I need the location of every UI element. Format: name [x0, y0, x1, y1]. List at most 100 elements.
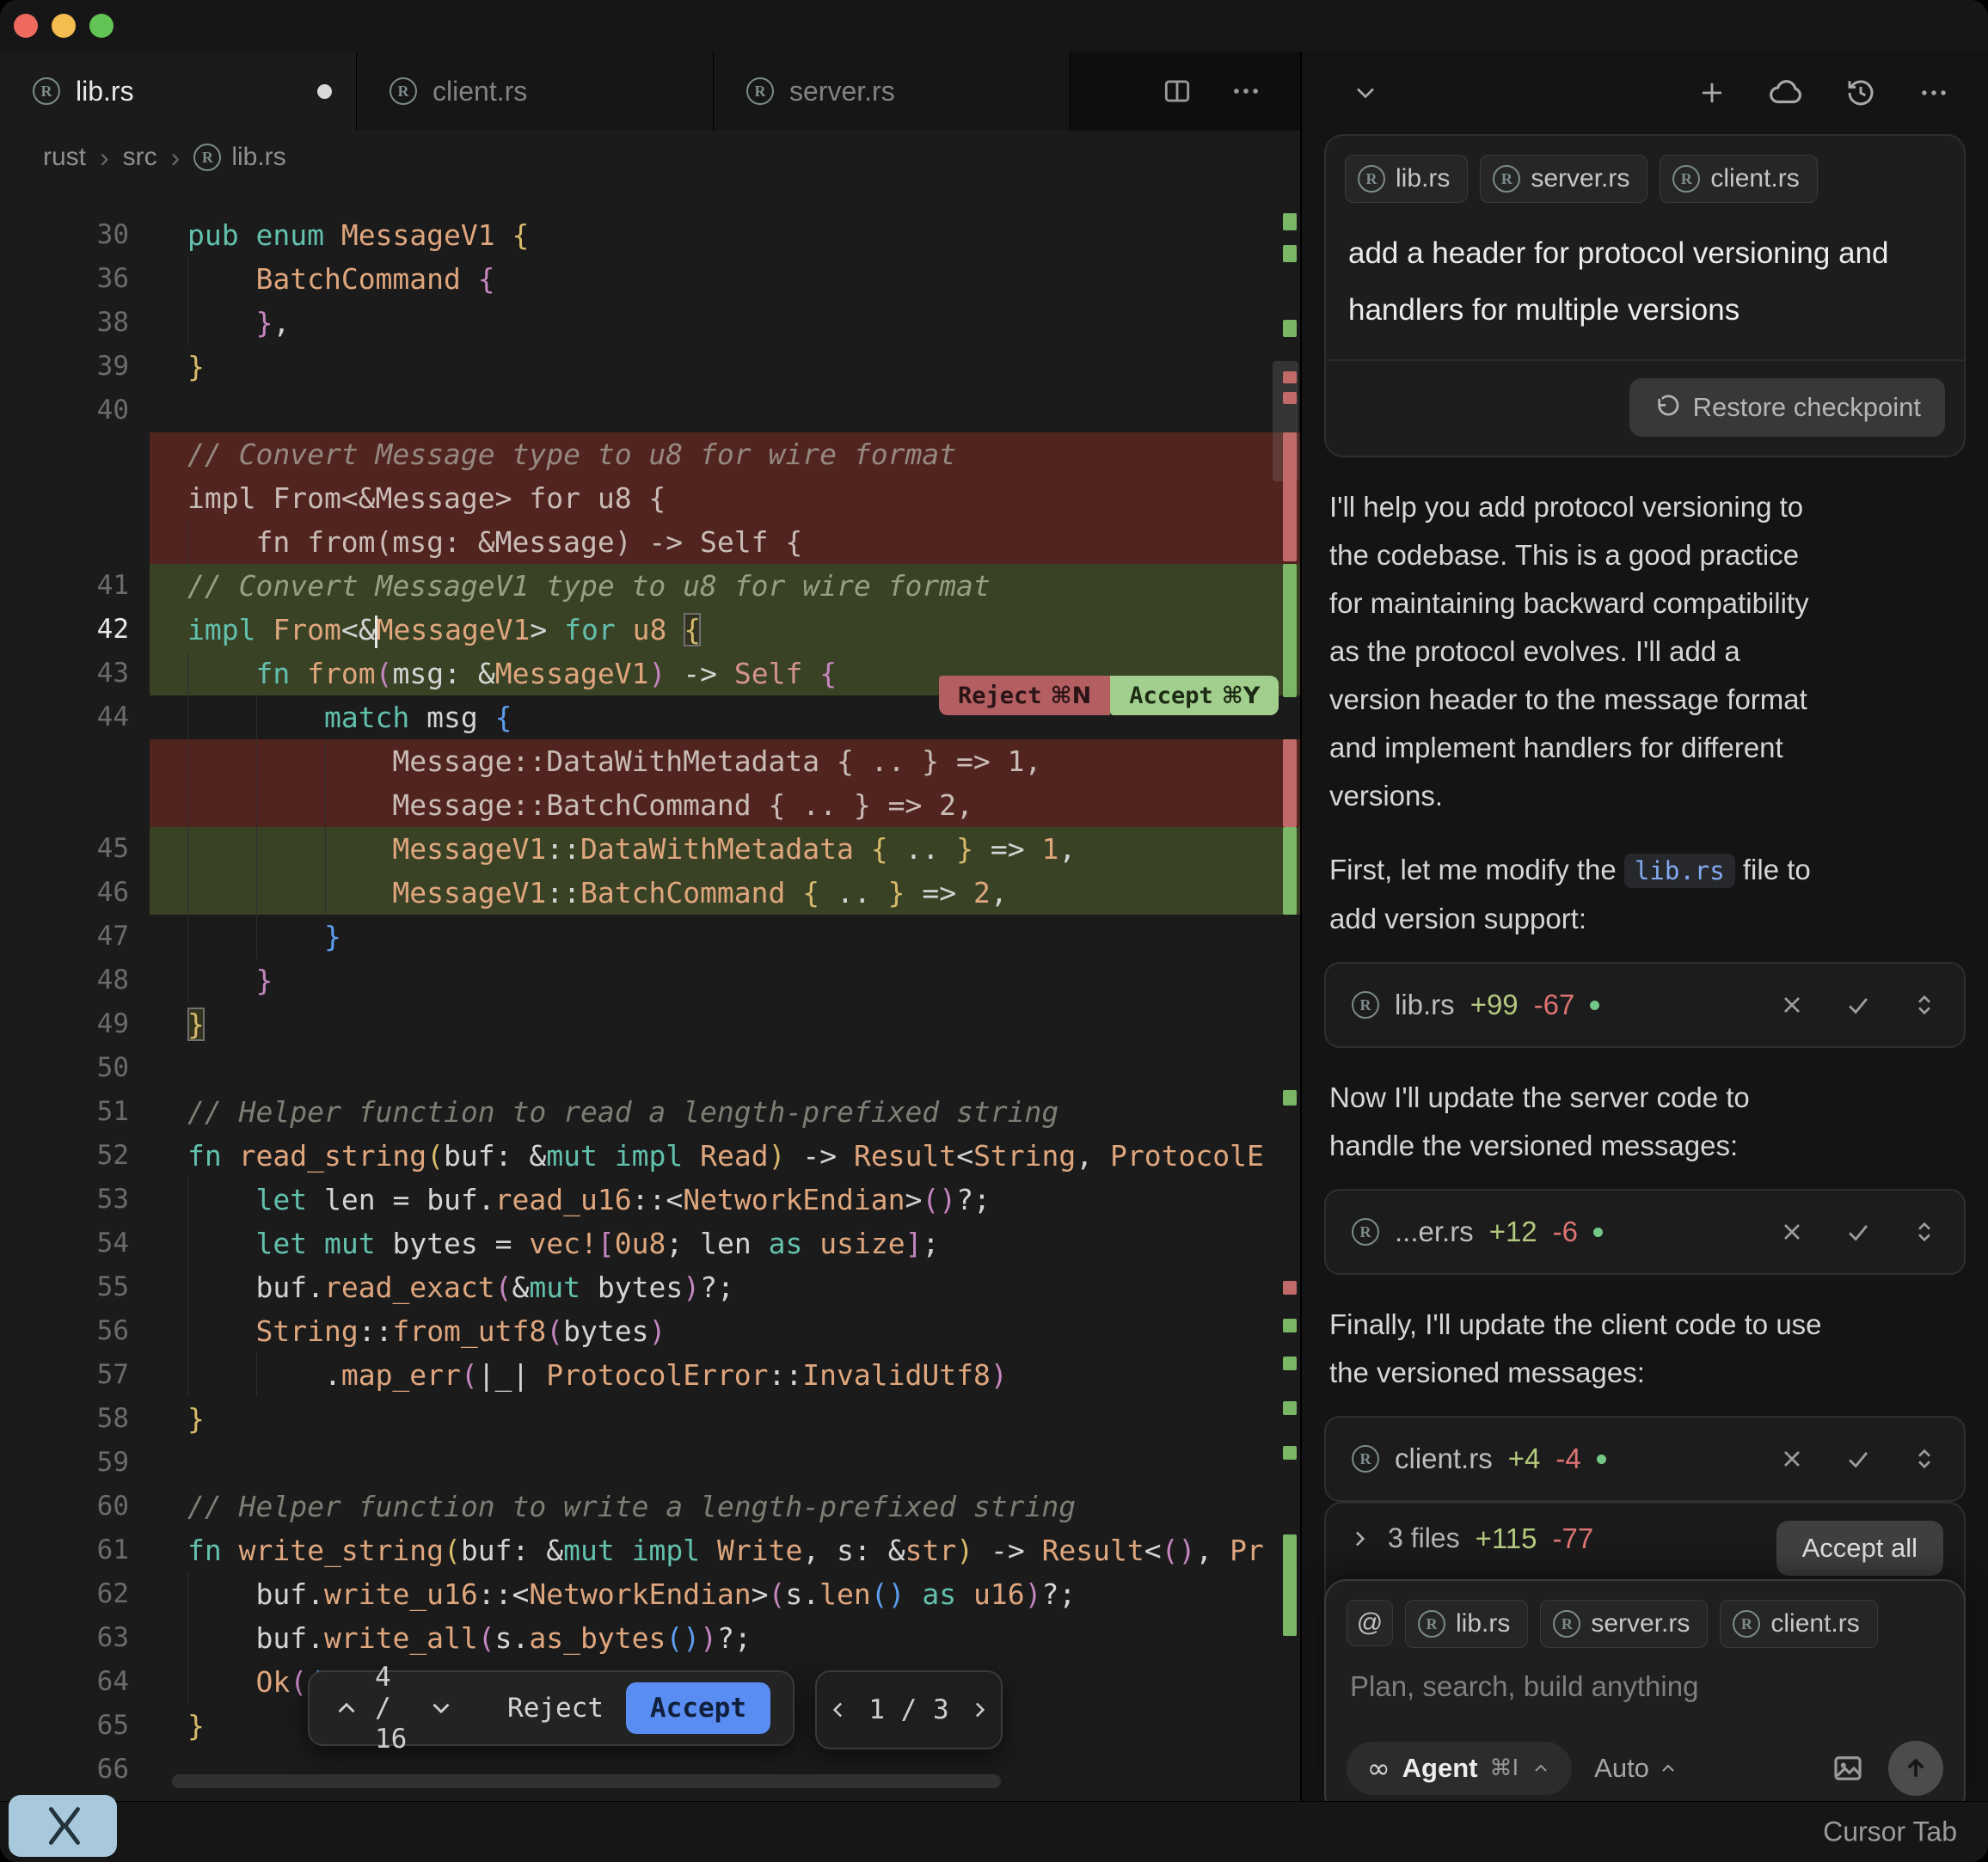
code-line[interactable]: 49} [0, 1002, 1300, 1046]
file-change-card-client.rs[interactable]: Rclient.rs+4-4 [1324, 1416, 1966, 1502]
breadcrumb-item-src[interactable]: src [123, 143, 157, 172]
diff-ruler-mark [1283, 827, 1297, 915]
tab-lib.rs[interactable]: Rlib.rs [0, 52, 357, 131]
more-icon[interactable] [1917, 77, 1950, 109]
code-line[interactable]: 42impl From<&MessageV1> for u8 { [0, 608, 1300, 652]
attach-image-icon[interactable] [1830, 1750, 1866, 1786]
code-line[interactable]: Message::DataWithMetadata { .. } => 1, [0, 739, 1300, 783]
close-window-button[interactable] [14, 14, 38, 38]
code-line[interactable]: fn from(msg: &Message) -> Self { [0, 520, 1300, 564]
chevron-right-icon[interactable] [1347, 1526, 1372, 1552]
expand-icon[interactable] [1911, 991, 1938, 1019]
code-line[interactable]: 41// Convert MessageV1 type to u8 for wi… [0, 564, 1300, 608]
code-line[interactable]: 63 buf.write_all(s.as_bytes())?; [0, 1616, 1300, 1660]
new-chat-icon[interactable] [1696, 77, 1728, 109]
restore-checkpoint-button[interactable]: Restore checkpoint [1629, 378, 1945, 437]
composer[interactable]: @ Rlib.rsRserver.rsRclient.rs Plan, searc… [1324, 1579, 1966, 1802]
reject-button[interactable]: Reject [507, 1693, 604, 1724]
accept-button[interactable]: Accept [626, 1682, 770, 1734]
code-line[interactable]: 61fn write_string(buf: &mut impl Write, … [0, 1528, 1300, 1572]
tab-client.rs[interactable]: Rclient.rs [357, 52, 714, 131]
close-icon[interactable] [1778, 1445, 1806, 1473]
assistant-paragraph: Now I'll update the server code tohandle… [1324, 1074, 1966, 1170]
chevron-left-icon[interactable] [825, 1697, 851, 1723]
cursor-tab-status[interactable]: Cursor Tab [1823, 1816, 1957, 1848]
inline-code-chip[interactable]: lib.rs [1624, 854, 1735, 888]
tab-server.rs[interactable]: Rserver.rs [714, 52, 1071, 131]
chevron-down-icon[interactable] [426, 1694, 456, 1723]
code-line[interactable]: // Convert Message type to u8 for wire f… [0, 432, 1300, 476]
minimize-window-button[interactable] [52, 14, 76, 38]
code-line[interactable]: 52fn read_string(buf: &mut impl Read) ->… [0, 1134, 1300, 1178]
additions: +12 [1489, 1216, 1537, 1248]
breadcrumb-item-rust[interactable]: rust [43, 143, 86, 172]
cloud-icon[interactable] [1768, 75, 1804, 111]
code-line[interactable]: 58} [0, 1397, 1300, 1441]
expand-icon[interactable] [1911, 1445, 1938, 1473]
inline-accept-button[interactable]: Accept⌘Y [1110, 676, 1279, 715]
code-line[interactable]: 60// Helper function to write a length-p… [0, 1485, 1300, 1528]
check-icon[interactable] [1844, 1444, 1873, 1473]
panel-toggle-button[interactable] [9, 1795, 117, 1857]
code-line[interactable]: 57 .map_err(|_| ProtocolError::InvalidUt… [0, 1353, 1300, 1397]
chevron-right-icon[interactable] [966, 1697, 992, 1723]
breadcrumb-separator: › [171, 142, 181, 174]
close-icon[interactable] [1778, 991, 1806, 1019]
horizontal-scrollbar[interactable] [172, 1774, 1001, 1788]
history-icon[interactable] [1844, 76, 1878, 110]
zoom-window-button[interactable] [89, 14, 114, 38]
composer-pill-lib.rs[interactable]: Rlib.rs [1405, 1600, 1528, 1648]
code-line[interactable]: Message::BatchCommand { .. } => 2, [0, 783, 1300, 827]
code-line[interactable]: impl From<&Message> for u8 { [0, 476, 1300, 520]
code-line[interactable]: 54 let mut bytes = vec![0u8; len as usiz… [0, 1222, 1300, 1265]
code-line[interactable]: 62 buf.write_u16::<NetworkEndian>(s.len(… [0, 1572, 1300, 1616]
code-line[interactable]: 59 [0, 1441, 1300, 1485]
model-selector[interactable]: Auto [1594, 1753, 1678, 1784]
code-line[interactable]: 55 buf.read_exact(&mut bytes)?; [0, 1265, 1300, 1309]
context-pill-lib.rs[interactable]: Rlib.rs [1345, 155, 1468, 203]
indent-guide [187, 1265, 188, 1309]
code-line[interactable]: 48 } [0, 959, 1300, 1002]
breadcrumb[interactable]: rust›src›Rlib.rs [0, 131, 1300, 184]
expand-icon[interactable] [1911, 1218, 1938, 1246]
composer-pill-server.rs[interactable]: Rserver.rs [1540, 1600, 1708, 1648]
close-icon[interactable] [1778, 1218, 1806, 1246]
file-change-card-...er.rs[interactable]: R...er.rs+12-6 [1324, 1189, 1966, 1275]
check-icon[interactable] [1844, 990, 1873, 1020]
code-line[interactable]: 40 [0, 389, 1300, 432]
file-change-card-lib.rs[interactable]: Rlib.rs+99-67 [1324, 962, 1966, 1048]
code-line[interactable]: 39} [0, 345, 1300, 389]
code-line[interactable]: 51// Helper function to read a length-pr… [0, 1090, 1300, 1134]
line-number: 66 [0, 1748, 150, 1792]
composer-input[interactable]: Plan, search, build anything [1347, 1670, 1943, 1703]
composer-pill-client.rs[interactable]: Rclient.rs [1720, 1600, 1877, 1648]
more-icon[interactable] [1230, 75, 1262, 107]
at-mention-button[interactable]: @ [1347, 1600, 1393, 1646]
inline-reject-button[interactable]: Reject⌘N [939, 676, 1110, 715]
breadcrumb-item-lib.rs[interactable]: Rlib.rs [193, 143, 285, 172]
send-button[interactable] [1888, 1741, 1943, 1796]
code-line[interactable]: 53 let len = buf.read_u16::<NetworkEndia… [0, 1178, 1300, 1222]
context-pill-server.rs[interactable]: Rserver.rs [1480, 155, 1647, 203]
line-number: 38 [0, 301, 150, 345]
rust-file-icon: R [1352, 1445, 1379, 1473]
code-line[interactable]: 50 [0, 1046, 1300, 1090]
check-icon[interactable] [1844, 1217, 1873, 1246]
code-line[interactable]: 38 }, [0, 301, 1300, 345]
chevron-down-icon[interactable] [1350, 77, 1381, 108]
code-line[interactable]: 46 MessageV1::BatchCommand { .. } => 2, [0, 871, 1300, 915]
agent-mode-selector[interactable]: ∞ Agent ⌘I [1347, 1742, 1572, 1795]
code-editor[interactable]: 30pub enum MessageV1 {36 BatchCommand {3… [0, 184, 1300, 1802]
chevron-up-icon [1531, 1758, 1551, 1779]
chevron-up-icon [1658, 1758, 1678, 1779]
chevron-up-icon[interactable] [332, 1694, 361, 1723]
split-editor-icon[interactable] [1161, 75, 1193, 107]
diff-ruler-mark [1283, 1534, 1297, 1636]
code-line[interactable]: 47 } [0, 915, 1300, 959]
code-line[interactable]: 56 String::from_utf8(bytes) [0, 1309, 1300, 1353]
code-line[interactable]: 36 BatchCommand { [0, 257, 1300, 301]
accept-all-button[interactable]: Accept all [1776, 1521, 1943, 1576]
code-line[interactable]: 45 MessageV1::DataWithMetadata { .. } =>… [0, 827, 1300, 871]
code-line[interactable]: 30pub enum MessageV1 { [0, 213, 1300, 257]
context-pill-client.rs[interactable]: Rclient.rs [1660, 155, 1817, 203]
